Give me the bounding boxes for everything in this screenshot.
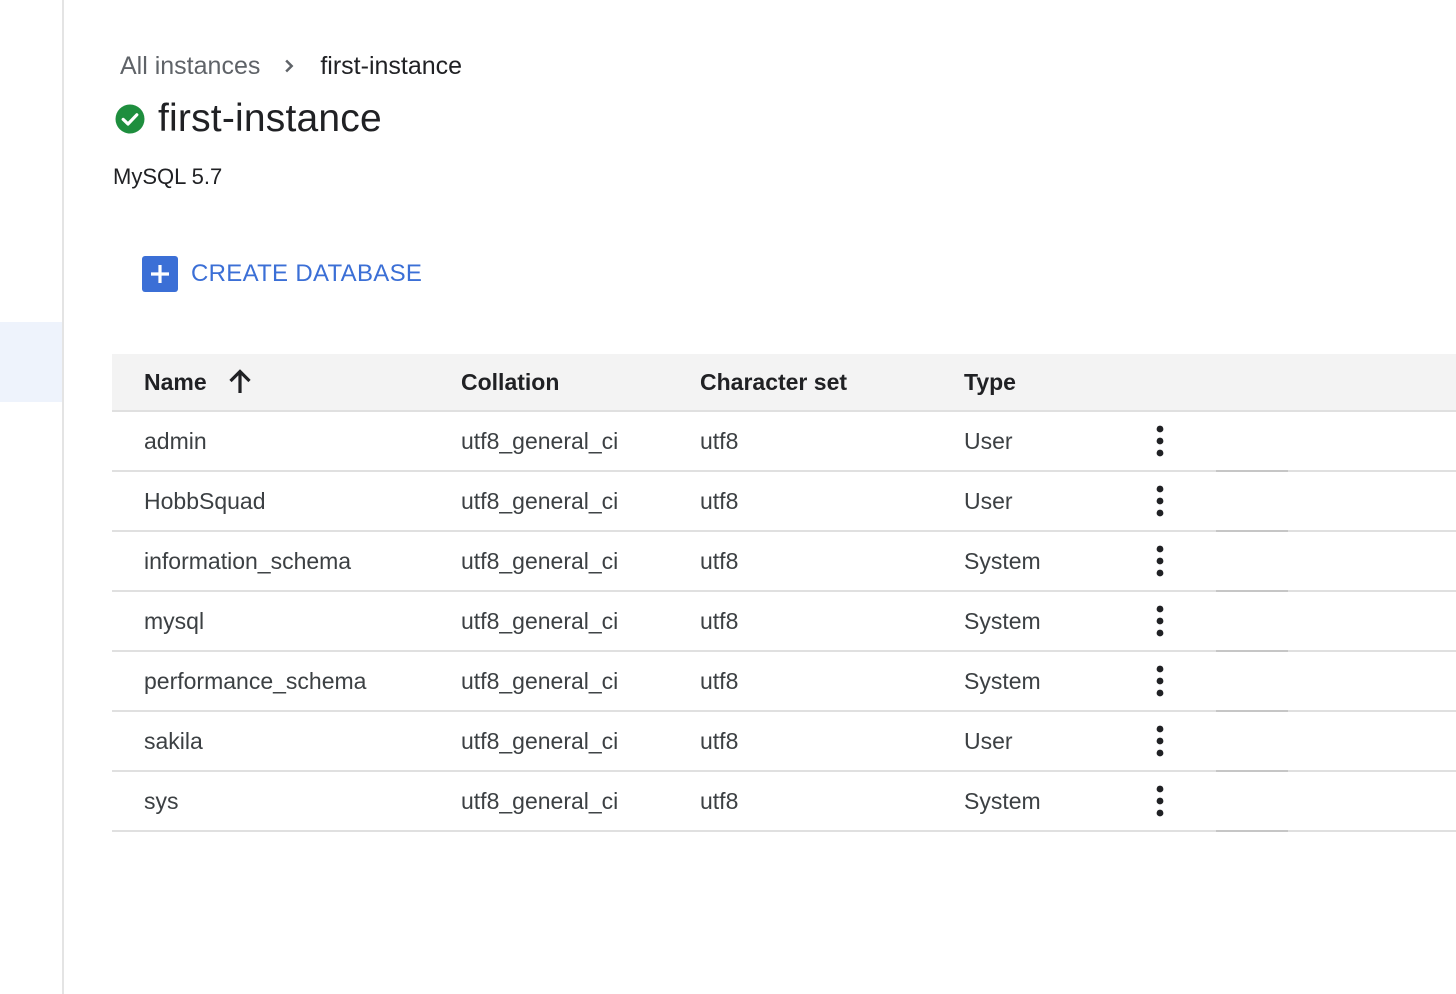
row-divider-accent — [1216, 830, 1288, 832]
more-vert-icon[interactable] — [1144, 472, 1176, 530]
more-vert-icon[interactable] — [1144, 652, 1176, 710]
cell-name[interactable]: sys — [144, 772, 179, 830]
table-row: sakila utf8_general_ci utf8 User — [112, 712, 1456, 772]
table-row: mysql utf8_general_ci utf8 System — [112, 592, 1456, 652]
cell-name[interactable]: mysql — [144, 592, 204, 650]
chevron-right-icon — [274, 51, 304, 81]
table-row: information_schema utf8_general_ci utf8 … — [112, 532, 1456, 592]
breadcrumb-all-instances[interactable]: All instances — [120, 52, 260, 81]
cell-type: System — [964, 787, 1041, 814]
left-nav-rail — [0, 0, 64, 994]
cell-type: User — [964, 427, 1013, 454]
arrow-upward-icon[interactable] — [227, 368, 253, 396]
cell-collation: utf8_general_ci — [461, 667, 619, 694]
cell-type: System — [964, 607, 1041, 634]
cell-name[interactable]: performance_schema — [144, 652, 366, 710]
more-vert-icon[interactable] — [1144, 712, 1176, 770]
column-header-name-label: Name — [144, 368, 207, 395]
add-box-icon — [142, 256, 178, 292]
more-vert-icon[interactable] — [1144, 532, 1176, 590]
create-database-button[interactable]: CREATE DATABASE — [142, 256, 422, 292]
cell-type: System — [964, 547, 1041, 574]
cell-character-set: utf8 — [700, 547, 739, 574]
column-header-character-set[interactable]: Character set — [700, 354, 847, 410]
check-circle-icon — [114, 103, 146, 135]
cell-collation: utf8_general_ci — [461, 427, 619, 454]
cell-character-set: utf8 — [700, 427, 739, 454]
cell-name[interactable]: information_schema — [144, 532, 351, 590]
page-title: first-instance — [158, 97, 382, 140]
cell-collation: utf8_general_ci — [461, 727, 619, 754]
cell-name[interactable]: HobbSquad — [144, 472, 266, 530]
cell-name[interactable]: admin — [144, 412, 207, 470]
cell-name[interactable]: sakila — [144, 712, 203, 770]
table-row: performance_schema utf8_general_ci utf8 … — [112, 652, 1456, 712]
breadcrumb: All instances first-instance — [120, 50, 462, 82]
databases-table: Name Collation Character set Type admin … — [112, 354, 1456, 832]
cell-character-set: utf8 — [700, 667, 739, 694]
cell-character-set: utf8 — [700, 487, 739, 514]
create-database-label: CREATE DATABASE — [191, 260, 423, 287]
cell-type: User — [964, 487, 1013, 514]
breadcrumb-current: first-instance — [320, 51, 463, 80]
more-vert-icon[interactable] — [1144, 772, 1176, 830]
left-nav-selected-item[interactable] — [0, 322, 62, 402]
cell-collation: utf8_general_ci — [461, 787, 619, 814]
cell-collation: utf8_general_ci — [461, 547, 619, 574]
table-header: Name Collation Character set Type — [112, 354, 1456, 412]
column-header-name[interactable]: Name — [144, 354, 253, 410]
cell-type: User — [964, 727, 1013, 754]
more-vert-icon[interactable] — [1144, 592, 1176, 650]
instance-header: first-instance — [114, 96, 382, 142]
cell-collation: utf8_general_ci — [461, 607, 619, 634]
cell-character-set: utf8 — [700, 787, 739, 814]
cell-collation: utf8_general_ci — [461, 487, 619, 514]
cell-type: System — [964, 667, 1041, 694]
column-header-type[interactable]: Type — [964, 354, 1016, 410]
instance-version: MySQL 5.7 — [113, 164, 223, 189]
cell-character-set: utf8 — [700, 727, 739, 754]
table-row: sys utf8_general_ci utf8 System — [112, 772, 1456, 832]
more-vert-icon[interactable] — [1144, 412, 1176, 470]
column-header-collation[interactable]: Collation — [461, 354, 559, 410]
table-row: admin utf8_general_ci utf8 User — [112, 412, 1456, 472]
cell-character-set: utf8 — [700, 607, 739, 634]
table-row: HobbSquad utf8_general_ci utf8 User — [112, 472, 1456, 532]
